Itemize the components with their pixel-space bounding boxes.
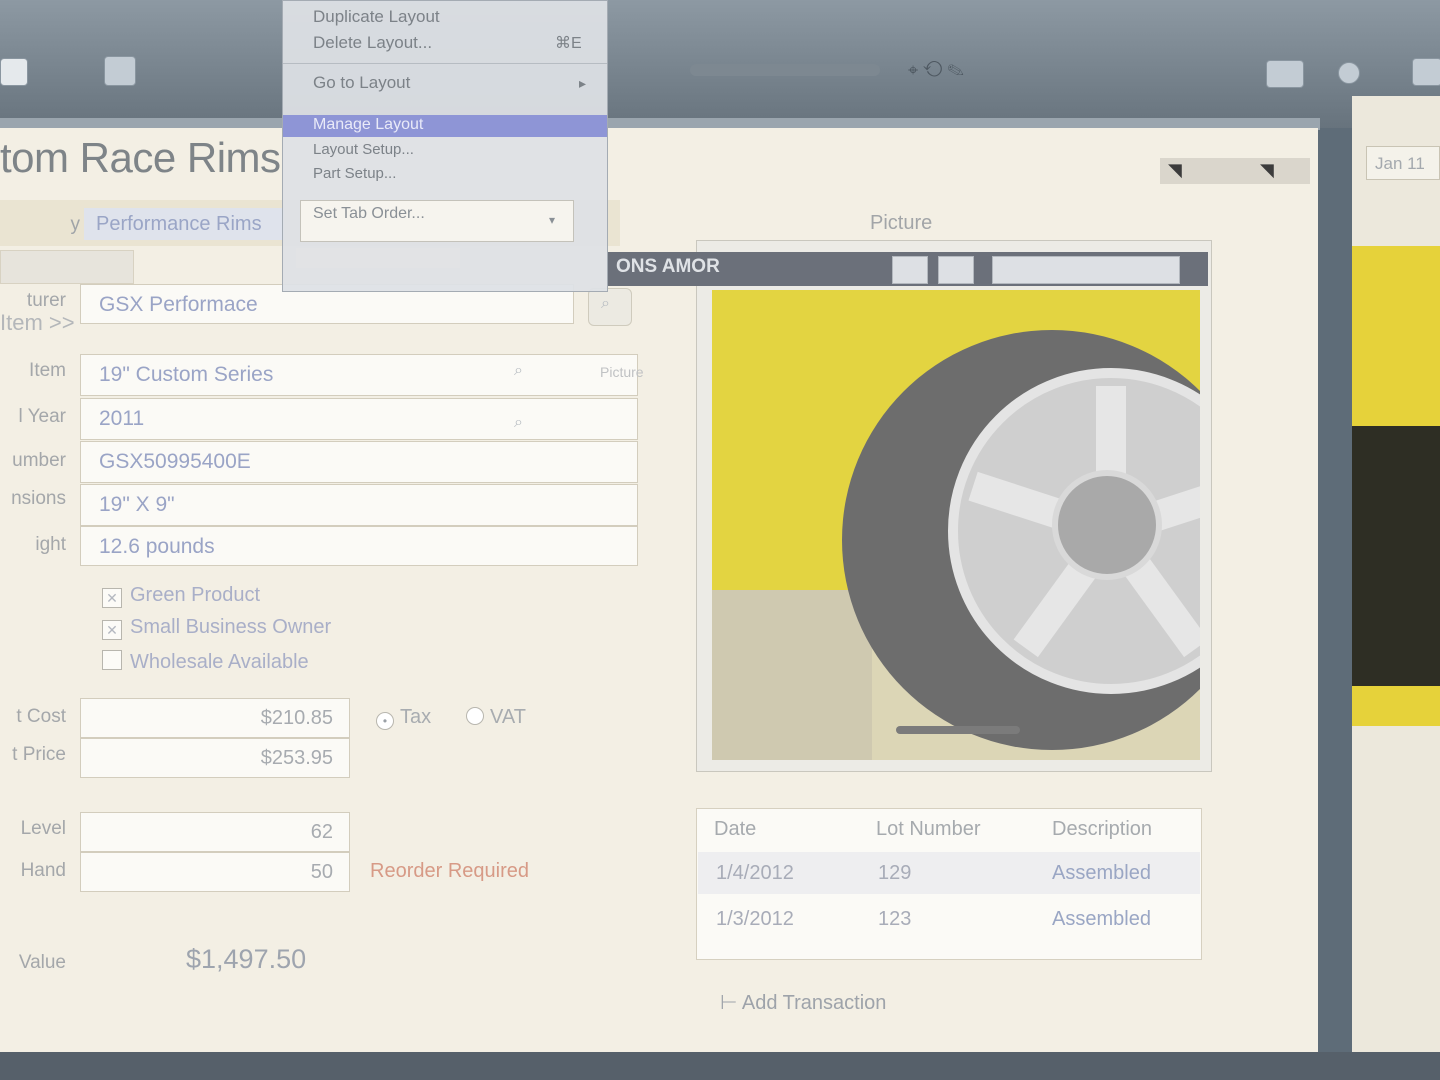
column-header-date[interactable]: Date [714, 818, 756, 841]
item-breadcrumb[interactable]: Item >> [0, 310, 75, 336]
year-field[interactable]: 2011 [80, 398, 638, 440]
cost-field[interactable]: $210.85 [80, 698, 350, 738]
rim-hub [1052, 470, 1162, 580]
menu-item-go-to-layout[interactable]: Go to Layout [313, 73, 410, 93]
ground-shadow [712, 590, 872, 760]
radio-tax[interactable]: • Tax [376, 706, 431, 730]
checkbox-icon[interactable] [1412, 58, 1440, 86]
background-tire [1352, 426, 1440, 686]
zoom-slider[interactable] [690, 64, 880, 76]
picture-prev-button[interactable] [892, 256, 928, 284]
plus-icon: ⊢ [720, 992, 742, 1014]
weight-field[interactable]: 12.6 pounds [80, 526, 638, 566]
reorder-warning: Reorder Required [370, 860, 529, 882]
checkbox-green-product[interactable]: ✕ Green Product [102, 584, 260, 608]
tab-order-select[interactable]: Set Tab Order... ▾ [300, 200, 574, 242]
menu-divider [283, 63, 607, 64]
arrow-right-icon[interactable]: ◥ [1260, 160, 1274, 181]
number-label: umber [12, 450, 66, 471]
picture-header-text: ONS AMOR [616, 256, 720, 277]
level-field[interactable]: 62 [80, 812, 350, 852]
column-header-description[interactable]: Description [1052, 818, 1152, 841]
menu-item-delete-layout[interactable]: Delete Layout... [313, 33, 432, 53]
table-cell-lot: 123 [878, 908, 912, 930]
search-button[interactable]: ⌕ [588, 288, 632, 326]
header-button-group[interactable]: ◥ ◥ [1160, 158, 1310, 184]
checkbox-small-business-owner[interactable]: ✕ Small Business Owner [102, 616, 331, 640]
toolbar-button-left-icon[interactable] [0, 58, 28, 86]
menu-item-set-tab-order[interactable]: Set Tab Order... [313, 205, 425, 223]
column-header-lot-number[interactable]: Lot Number [876, 818, 981, 841]
item-label: Item [29, 360, 66, 381]
checkbox-wholesale-available[interactable]: Wholesale Available [102, 650, 309, 674]
page-title: tom Race Rims [0, 134, 281, 181]
year-lookup-icon[interactable]: ⌕ [514, 414, 523, 432]
menu-ghost-field [296, 248, 460, 268]
share-icon[interactable] [1266, 60, 1304, 88]
table-cell-date: 1/3/2012 [716, 908, 794, 930]
menu-item-layout-setup[interactable]: Layout Setup... [313, 141, 414, 158]
radio-vat[interactable]: VAT [466, 706, 526, 729]
weight-label: ight [35, 534, 66, 555]
submenu-arrow-icon: ▸ [579, 75, 587, 91]
checkbox-box[interactable]: ✕ [102, 588, 122, 608]
picture-menu-button[interactable] [992, 256, 1180, 284]
dimensions-field[interactable]: 19" X 9" [80, 484, 638, 526]
table-cell-description: Assembled [1052, 908, 1151, 930]
menu-item-duplicate-layout[interactable]: Duplicate Layout [313, 7, 440, 27]
menu-shortcut: ⌘E [555, 35, 582, 52]
search-icon: ⌕ [601, 295, 610, 312]
table-cell-description: Assembled [1052, 862, 1151, 884]
layout-icon[interactable] [104, 56, 136, 86]
radio-unselected-icon[interactable] [466, 707, 484, 725]
arrow-left-icon[interactable]: ◥ [1168, 160, 1182, 181]
cost-label: t Cost [16, 706, 66, 727]
year-label: l Year [18, 406, 66, 427]
background-window[interactable] [1352, 96, 1440, 1056]
item-field[interactable]: 19" Custom Series [80, 354, 638, 396]
inventory-value: $1,497.50 [186, 944, 307, 974]
table-cell-date: 1/4/2012 [716, 862, 794, 884]
chevron-down-icon: ▾ [549, 213, 556, 227]
onhand-field[interactable]: 50 [80, 852, 350, 892]
toolbar-tools-icon[interactable]: ⌖ ⟲ ✎ [908, 60, 1018, 80]
checkbox-box[interactable] [102, 650, 122, 670]
record-chip[interactable] [0, 250, 134, 284]
item-lookup-icon[interactable]: ⌕ [514, 362, 523, 380]
tab-category[interactable]: y [0, 210, 81, 240]
picture-scrollbar[interactable] [896, 726, 1020, 734]
price-field[interactable]: $253.95 [80, 738, 350, 778]
value-label: Value [18, 952, 66, 973]
picture-label: Picture [870, 212, 933, 234]
dimensions-label: nsions [11, 488, 66, 509]
picture-next-button[interactable] [938, 256, 974, 284]
tab-performance-rims[interactable]: Performance Rims [84, 208, 284, 240]
manufacturer-label: turer [26, 290, 66, 311]
picture-tab-ghost: Picture [600, 364, 644, 380]
rim-photo[interactable] [712, 290, 1200, 760]
menu-item-part-setup[interactable]: Part Setup... [313, 165, 396, 182]
menu-item-manage-layout[interactable]: Manage Layout [313, 116, 423, 134]
price-label: t Price [12, 744, 66, 765]
checkbox-box[interactable]: ✕ [102, 620, 122, 640]
add-transaction-button[interactable]: ⊢ Add Transaction [720, 990, 886, 1015]
status-bar [0, 1052, 1440, 1080]
table-cell-lot: 129 [878, 862, 912, 884]
level-label: Level [20, 818, 66, 839]
part-number-field[interactable]: GSX50995400E [80, 441, 638, 483]
onhand-label: Hand [20, 860, 66, 881]
radio-selected-icon[interactable]: • [376, 712, 394, 730]
alert-icon[interactable] [1338, 62, 1360, 84]
background-date-field[interactable]: Jan 11 [1366, 146, 1440, 180]
